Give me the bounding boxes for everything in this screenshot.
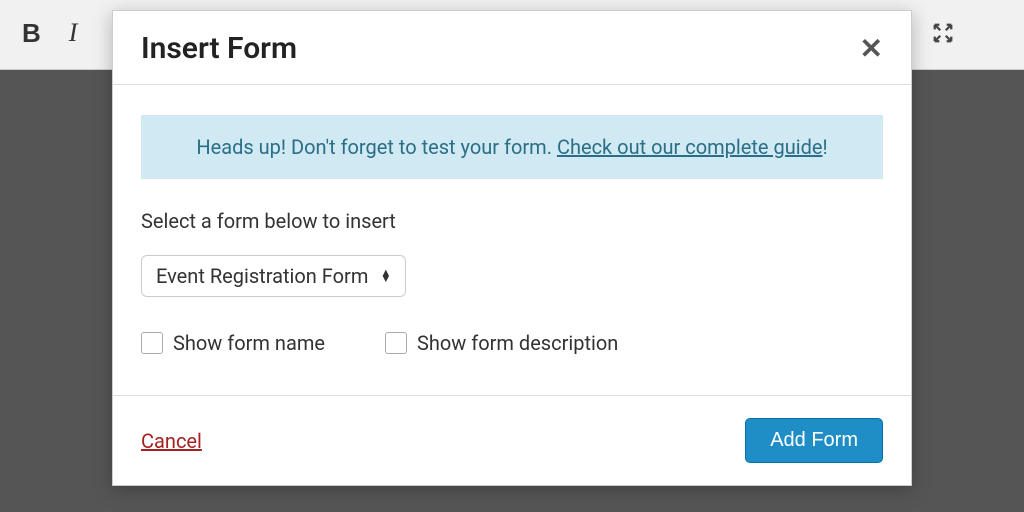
modal-title: Insert Form <box>141 31 297 66</box>
show-desc-option[interactable]: Show form description <box>385 331 618 355</box>
notice-banner: Heads up! Don't forget to test your form… <box>141 115 883 179</box>
modal-footer: Cancel Add Form <box>113 395 911 485</box>
form-select-value: Event Registration Form <box>156 264 368 288</box>
italic-button[interactable]: I <box>69 18 78 49</box>
show-name-label: Show form name <box>173 331 325 355</box>
cancel-button[interactable]: Cancel <box>141 429 202 453</box>
form-select[interactable]: Event Registration Form ▲▼ <box>141 255 406 297</box>
select-label: Select a form below to insert <box>141 209 883 233</box>
show-name-checkbox[interactable] <box>141 332 163 354</box>
editor-toolbar: B I <box>22 18 77 49</box>
notice-link[interactable]: Check out our complete guide <box>557 135 823 159</box>
show-desc-checkbox[interactable] <box>385 332 407 354</box>
notice-suffix: ! <box>823 135 828 159</box>
bold-button[interactable]: B <box>22 18 41 49</box>
show-desc-label: Show form description <box>417 331 618 355</box>
fullscreen-icon[interactable] <box>932 22 954 44</box>
close-icon[interactable]: ✕ <box>860 35 883 63</box>
modal-header: Insert Form ✕ <box>113 11 911 85</box>
select-caret-icon: ▲▼ <box>380 270 391 282</box>
checkbox-row: Show form name Show form description <box>141 331 883 355</box>
add-form-button[interactable]: Add Form <box>745 418 883 463</box>
modal-body: Heads up! Don't forget to test your form… <box>113 85 911 395</box>
show-name-option[interactable]: Show form name <box>141 331 325 355</box>
form-select-wrap: Event Registration Form ▲▼ <box>141 255 883 297</box>
insert-form-modal: Insert Form ✕ Heads up! Don't forget to … <box>112 10 912 486</box>
notice-prefix: Heads up! Don't forget to test your form… <box>196 135 557 159</box>
